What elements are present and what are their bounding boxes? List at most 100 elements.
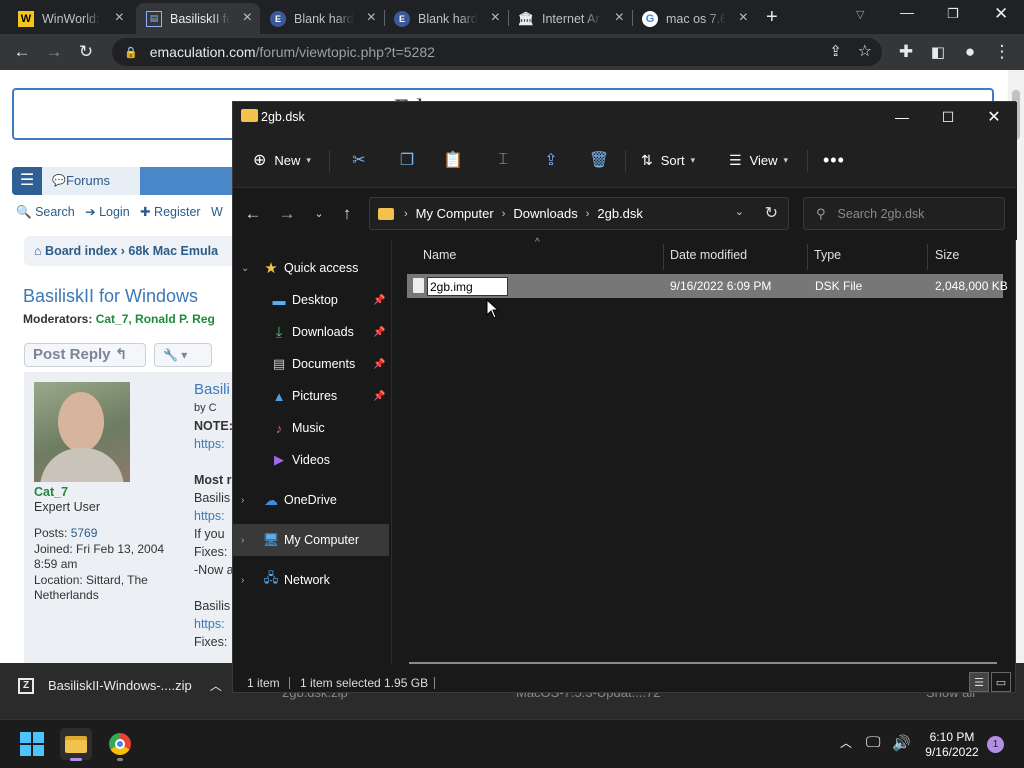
post-link[interactable]: https:	[194, 615, 234, 633]
back-arrow-icon[interactable]: ←	[6, 34, 38, 70]
more-options-icon[interactable]: •••	[823, 148, 845, 172]
nav-onedrive[interactable]: › ☁ OneDrive	[233, 484, 389, 516]
nav-quick-access[interactable]: ⌄ ★ Quick access	[233, 252, 389, 284]
hamburger-menu-icon[interactable]: ☰	[12, 167, 42, 195]
search-box[interactable]: ⚲ Search 2gb.dsk	[803, 197, 1005, 230]
side-panel-icon[interactable]: ◧	[922, 34, 954, 70]
nav-music[interactable]: ♪ Music	[233, 412, 389, 444]
notification-badge[interactable]: 1	[987, 736, 1004, 753]
posts-count[interactable]: 5769	[71, 526, 98, 540]
browser-tab[interactable]: G mac os 7.6 ×	[632, 3, 756, 34]
new-button[interactable]: ⊕ New ▾	[253, 148, 311, 172]
moderators-list[interactable]: Cat_7, Ronald P. Reg	[96, 312, 215, 326]
minimize-icon[interactable]: —	[879, 102, 925, 132]
pin-icon[interactable]: 📌	[373, 295, 385, 306]
pin-icon[interactable]: 📌	[373, 391, 385, 402]
copy-icon[interactable]: ❐	[393, 148, 421, 172]
share-icon[interactable]: ⇪	[537, 148, 565, 172]
breadcrumb-2gb-dsk[interactable]: 2gb.dsk	[597, 206, 643, 221]
new-tab-icon[interactable]: +	[766, 6, 778, 29]
close-tab-icon[interactable]: ×	[367, 10, 376, 26]
column-header-size[interactable]: Size	[925, 244, 959, 272]
search-link[interactable]: Search	[35, 205, 75, 219]
rename-input[interactable]	[427, 277, 508, 296]
reload-icon[interactable]: ↻	[70, 34, 102, 70]
show-hidden-icons-chevron-icon[interactable]: ︿	[840, 734, 852, 751]
nav-desktop[interactable]: ▬ Desktop 📌	[233, 284, 389, 316]
topic-tools-button[interactable]: 🔧 ▾	[154, 343, 212, 367]
more-link[interactable]: W	[211, 205, 223, 219]
tiles-view-icon[interactable]: ▭	[991, 672, 1011, 692]
forums-tab[interactable]: 💬 Forums	[42, 167, 140, 195]
browser-tab[interactable]: 🏛 Internet Ar ×	[508, 3, 632, 34]
cut-icon[interactable]: ✂	[345, 148, 373, 172]
post-reply-button[interactable]: Post Reply ↰	[24, 343, 146, 367]
more-menu-icon[interactable]: ⋮	[986, 34, 1018, 70]
view-button[interactable]: ☰ View ▾	[729, 148, 788, 172]
close-tab-icon[interactable]: ×	[243, 10, 252, 26]
expand-chevron-icon[interactable]: ⌄	[241, 263, 249, 274]
browser-tab-active[interactable]: ▤ BasiliskII fo ×	[136, 3, 260, 34]
close-tab-icon[interactable]: ×	[615, 10, 624, 26]
nav-videos[interactable]: ▶ Videos	[233, 444, 389, 476]
horizontal-scrollbar[interactable]	[409, 662, 997, 664]
login-link[interactable]: Login	[99, 205, 130, 219]
column-header-type[interactable]: Type	[804, 244, 841, 272]
nav-my-computer[interactable]: › 🖥 My Computer	[233, 524, 389, 556]
nav-documents[interactable]: ▤ Documents 📌	[233, 348, 389, 380]
forward-arrow-icon[interactable]: →	[275, 202, 299, 226]
recent-locations-chevron-icon[interactable]: ⌄	[307, 202, 331, 226]
minimize-icon[interactable]: —	[900, 4, 914, 20]
pin-icon[interactable]: 📌	[373, 327, 385, 338]
tab-search-chevron-icon[interactable]: ▽	[856, 8, 864, 21]
network-monitor-icon[interactable]: 🖵	[866, 734, 880, 751]
up-arrow-icon[interactable]: ↑	[335, 202, 359, 226]
file-row-selected[interactable]: 9/16/2022 6:09 PM DSK File 2,048,000 KB	[407, 274, 1008, 298]
browser-tab[interactable]: E Blank hard ×	[260, 3, 384, 34]
browser-tab[interactable]: W WinWorld: ×	[8, 3, 132, 34]
back-arrow-icon[interactable]: ←	[241, 202, 265, 226]
column-header-date-modified[interactable]: Date modified	[660, 244, 747, 272]
breadcrumb-downloads[interactable]: Downloads	[513, 206, 577, 221]
close-tab-icon[interactable]: ×	[491, 10, 500, 26]
restore-icon[interactable]: ❐	[947, 6, 959, 22]
close-icon[interactable]: ✕	[971, 102, 1017, 132]
address-bar[interactable]: 🔒 emaculation.com/forum/viewtopic.php?t=…	[112, 38, 882, 66]
nav-downloads[interactable]: ⤓ Downloads 📌	[233, 316, 389, 348]
topic-title[interactable]: BasiliskII for Windows	[23, 286, 198, 307]
expand-chevron-icon[interactable]: ›	[241, 495, 244, 506]
paste-icon[interactable]: 📋	[439, 148, 467, 172]
rename-icon[interactable]: ⌶	[489, 148, 517, 172]
bookmark-star-icon[interactable]: ☆	[858, 41, 872, 61]
profile-icon[interactable]: ●	[954, 34, 986, 70]
start-windows-icon[interactable]	[16, 728, 48, 760]
post-author-name[interactable]: Cat_7	[34, 485, 68, 499]
chevron-up-icon[interactable]: ︿	[210, 677, 222, 694]
chrome-taskbar-icon[interactable]	[104, 728, 136, 761]
download-item[interactable]: Z BasiliskII-Windows-....zip ︿	[18, 677, 222, 694]
sort-button[interactable]: ⇅ Sort ▾	[641, 148, 695, 172]
breadcrumb-text[interactable]: Board index › 68k Mac Emula	[45, 244, 218, 258]
details-view-icon[interactable]: ☰	[969, 672, 989, 692]
close-tab-icon[interactable]: ×	[115, 10, 124, 26]
refresh-icon[interactable]: ↻	[765, 203, 778, 223]
forward-arrow-icon[interactable]: →	[38, 34, 70, 70]
file-explorer-taskbar-icon[interactable]	[60, 728, 92, 761]
post-link[interactable]: https:	[194, 435, 234, 453]
pin-icon[interactable]: 📌	[373, 359, 385, 370]
system-clock[interactable]: 6:10 PM 9/16/2022	[920, 730, 984, 760]
column-header-name[interactable]: Name	[413, 244, 456, 272]
share-icon[interactable]: ⇪	[829, 42, 842, 60]
register-link[interactable]: Register	[154, 205, 201, 219]
volume-icon[interactable]: 🔊	[892, 734, 911, 752]
chevron-down-icon[interactable]: ⌄	[735, 205, 744, 218]
nav-pictures[interactable]: ▲ Pictures 📌	[233, 380, 389, 412]
close-tab-icon[interactable]: ×	[739, 10, 748, 26]
close-window-icon[interactable]: ✕	[994, 4, 1008, 24]
expand-chevron-icon[interactable]: ›	[241, 535, 244, 546]
breadcrumb-my-computer[interactable]: My Computer	[416, 206, 494, 221]
expand-chevron-icon[interactable]: ›	[241, 575, 244, 586]
address-bar[interactable]: › My Computer › Downloads › 2gb.dsk ⌄ ↻	[369, 197, 789, 230]
browser-tab[interactable]: E Blank hard ×	[384, 3, 508, 34]
delete-icon[interactable]: 🗑	[585, 148, 613, 172]
